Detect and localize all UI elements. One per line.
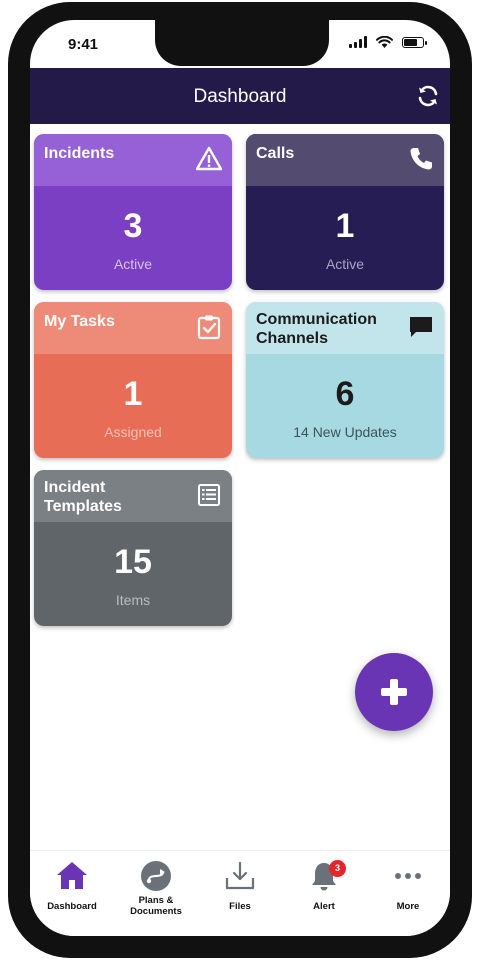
- document-list-icon: [198, 484, 220, 506]
- incidents-count: 3: [123, 207, 143, 245]
- home-icon: [57, 862, 87, 889]
- wifi-icon: [376, 36, 393, 48]
- incidents-card-body: 3 Active: [34, 186, 232, 290]
- tab-more[interactable]: More: [366, 851, 450, 936]
- tab-alert-label: Alert: [313, 901, 335, 912]
- incident-templates-card-header: Incident Templates: [34, 470, 232, 522]
- tab-alert[interactable]: 3 Alert: [282, 851, 366, 936]
- alert-count-badge: 3: [329, 860, 346, 877]
- phone-frame: 9:41 Dashboard Incidents 3 Active Calls …: [8, 2, 472, 958]
- route-icon: [141, 861, 171, 891]
- device-notch: [155, 20, 329, 66]
- incidents-card[interactable]: Incidents 3 Active: [34, 134, 232, 290]
- status-icons: [349, 36, 427, 48]
- download-icon: [225, 861, 255, 890]
- refresh-icon[interactable]: [416, 84, 440, 108]
- tab-files[interactable]: Files: [198, 851, 282, 936]
- calls-card-title: Calls: [256, 145, 295, 162]
- bottom-tab-bar: Dashboard Plans & Documents Files 3 Aler…: [30, 850, 450, 936]
- phone-icon: [410, 148, 432, 170]
- my-tasks-card-body: 1 Assigned: [34, 354, 232, 458]
- incidents-card-title: Incidents: [44, 145, 115, 162]
- incident-templates-card[interactable]: Incident Templates 15 Items: [34, 470, 232, 626]
- communication-channels-card-title: Communication Channels: [256, 311, 377, 347]
- communication-channels-count: 6: [335, 375, 355, 413]
- communication-channels-card[interactable]: Communication Channels 6 14 New Updates: [246, 302, 444, 458]
- tab-plans-documents-label: Plans & Documents: [130, 895, 182, 917]
- incident-templates-card-title: Incident Templates: [44, 479, 122, 515]
- clipboard-check-icon: [197, 315, 221, 340]
- my-tasks-card-title: My Tasks: [44, 313, 115, 330]
- app-header: Dashboard: [30, 68, 450, 124]
- my-tasks-subtitle: Assigned: [104, 424, 162, 440]
- tab-dashboard-label: Dashboard: [47, 901, 97, 912]
- signal-icon: [349, 36, 367, 48]
- my-tasks-card-header: My Tasks: [34, 302, 232, 354]
- page-title: Dashboard: [193, 86, 287, 107]
- status-time: 9:41: [68, 36, 99, 53]
- my-tasks-count: 1: [123, 375, 143, 413]
- tab-files-label: Files: [229, 901, 251, 912]
- calls-count: 1: [335, 207, 355, 245]
- incident-templates-subtitle: Items: [115, 592, 151, 608]
- calls-card-header: Calls: [246, 134, 444, 186]
- app-screen: 9:41 Dashboard Incidents 3 Active Calls …: [30, 20, 450, 936]
- incidents-subtitle: Active: [113, 256, 153, 272]
- more-dots-icon: [395, 873, 421, 879]
- incidents-card-header: Incidents: [34, 134, 232, 186]
- my-tasks-card[interactable]: My Tasks 1 Assigned: [34, 302, 232, 458]
- add-button[interactable]: [355, 653, 433, 731]
- chat-bubble-icon: [410, 317, 432, 337]
- communication-channels-card-body: 6 14 New Updates: [246, 354, 444, 458]
- calls-subtitle: Active: [325, 256, 365, 272]
- incident-templates-card-body: 15 Items: [34, 522, 232, 626]
- calls-card[interactable]: Calls 1 Active: [246, 134, 444, 290]
- tab-plans-documents[interactable]: Plans & Documents: [114, 851, 198, 936]
- battery-icon: [402, 36, 427, 48]
- warning-icon: [196, 146, 222, 171]
- tab-dashboard[interactable]: Dashboard: [30, 851, 114, 936]
- incident-templates-count: 15: [114, 543, 152, 581]
- tab-more-label: More: [396, 901, 420, 912]
- calls-card-body: 1 Active: [246, 186, 444, 290]
- communication-channels-subtitle: 14 New Updates: [293, 424, 397, 440]
- communication-channels-card-header: Communication Channels: [246, 302, 444, 354]
